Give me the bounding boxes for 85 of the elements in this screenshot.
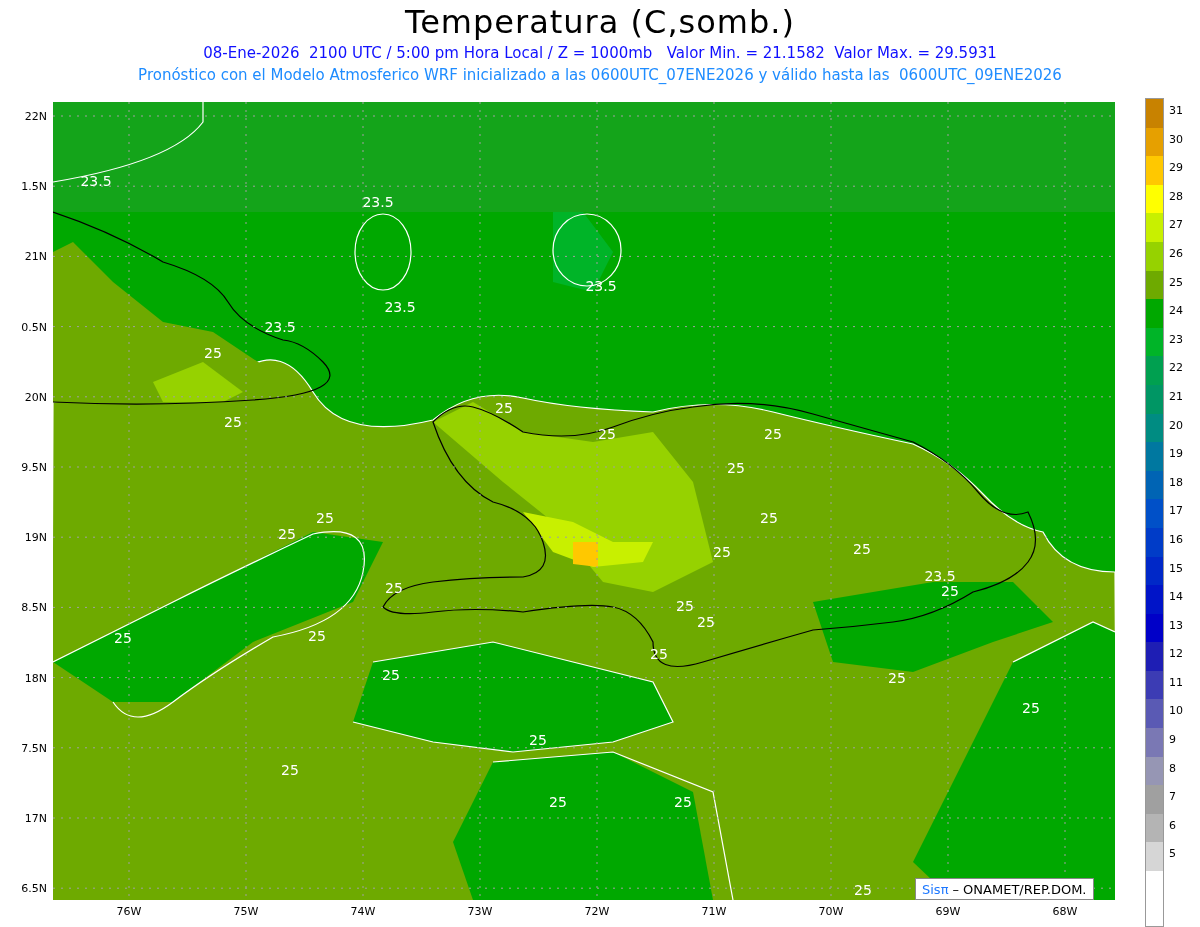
legend-label: 8 [1169, 760, 1177, 777]
legend-label: 14 [1169, 589, 1183, 606]
longitude-label: 68W [1052, 905, 1078, 918]
longitude-label: 75W [233, 905, 259, 918]
latitude-label: 6.5N [21, 881, 47, 895]
legend-label: 29 [1169, 160, 1183, 177]
latitude-label: 21N [24, 249, 47, 263]
contour-label: 25 [1022, 700, 1040, 716]
legend-label: 5 [1169, 846, 1177, 863]
contour-label: 25 [598, 426, 616, 442]
credit-logo: Sisπ [922, 881, 949, 897]
latitude-label: 20N [24, 390, 47, 404]
contour-label: 25 [385, 580, 403, 596]
contour-label: 23.5 [80, 173, 112, 189]
contour-label: 25 [674, 794, 692, 810]
contour-label: 23.5 [264, 319, 296, 335]
legend-label: 15 [1169, 560, 1183, 577]
longitude-label: 71W [701, 905, 727, 918]
longitude-label: 69W [935, 905, 961, 918]
contour-label: 25 [853, 541, 871, 557]
contour-label: 25 [760, 510, 778, 526]
credit-text: – ONAMET/REP.DOM. [952, 881, 1087, 897]
longitude-label: 76W [116, 905, 142, 918]
contour-label: 25 [308, 628, 326, 644]
legend-label: 13 [1169, 617, 1183, 634]
contour-label: 25 [650, 646, 668, 662]
contour-label: 25 [382, 667, 400, 683]
latitude-label: 19N [24, 530, 47, 544]
contour-label: 25 [888, 670, 906, 686]
latitude-label: 0.5N [21, 320, 47, 334]
legend-label: 10 [1169, 703, 1183, 720]
legend-label: 20 [1169, 417, 1183, 434]
latitude-label: 22N [24, 109, 47, 123]
contour-label: 25 [278, 526, 296, 542]
legend-label: 9 [1169, 732, 1177, 749]
chart-title: Temperatura (C,somb.) [405, 2, 795, 42]
contour-label: 25 [854, 882, 872, 898]
legend-label: 21 [1169, 388, 1183, 405]
chart-subtitle: Pronóstico con el Modelo Atmosferico WRF inicializado a las 0600UTC_07ENE2026 y válido hasta las 0600UTC_09ENE2026 [138, 65, 1062, 86]
legend-label: 25 [1169, 274, 1183, 291]
legend-label: 11 [1169, 674, 1183, 691]
longitude-label: 72W [584, 905, 610, 918]
legend-label: 19 [1169, 446, 1183, 463]
contour-label: 25 [676, 598, 694, 614]
chart-subtitle: 08-Ene-2026 2100 UTC / 5:00 pm Hora Local / Z = 1000mb Valor Min. = 21.1582 Valor Max. = 29.5931 [203, 43, 997, 64]
legend-label: 17 [1169, 503, 1183, 520]
legend-label: 31 [1169, 103, 1183, 119]
legend-label: 6 [1169, 817, 1177, 834]
contour-label: 25 [529, 732, 547, 748]
contour-label: 25 [281, 762, 299, 778]
latitude-label: 8.5N [21, 600, 47, 614]
legend-label: 26 [1169, 245, 1183, 262]
contour-label: 25 [316, 510, 334, 526]
contour-label: 25 [549, 794, 567, 810]
contour-label: 25 [697, 614, 715, 630]
latitude-label: 17N [24, 811, 47, 825]
contour-label: 25 [713, 544, 731, 560]
legend-label: 23 [1169, 331, 1183, 348]
latitude-label: 18N [24, 671, 47, 685]
legend-label: 27 [1169, 217, 1183, 234]
contour-label: 25 [764, 426, 782, 442]
latitude-label: 1.5N [21, 179, 47, 193]
contour-label: 25 [495, 400, 513, 416]
longitude-label: 73W [467, 905, 493, 918]
longitude-label: 74W [350, 905, 376, 918]
contour-label: 25 [727, 460, 745, 476]
legend-label: 18 [1169, 474, 1183, 491]
contour-label: 25 [941, 583, 959, 599]
contour-label: 25 [224, 414, 242, 430]
contour-label: 23.5 [384, 299, 416, 315]
contour-label: 25 [114, 630, 132, 646]
contour-label: 23.5 [585, 278, 617, 294]
legend-label: 22 [1169, 360, 1183, 377]
legend-label: 16 [1169, 531, 1183, 548]
contour-label: 23.5 [924, 568, 956, 584]
contour-label: 25 [204, 345, 222, 361]
legend-label: 24 [1169, 303, 1183, 320]
latitude-label: 9.5N [21, 460, 47, 474]
longitude-label: 70W [818, 905, 844, 918]
legend-label: 28 [1169, 188, 1183, 205]
legend-label: 30 [1169, 131, 1183, 148]
contour-label: 23.5 [362, 194, 394, 210]
latitude-label: 7.5N [21, 741, 47, 755]
legend-label: 7 [1169, 789, 1177, 806]
legend-label: 12 [1169, 646, 1183, 663]
